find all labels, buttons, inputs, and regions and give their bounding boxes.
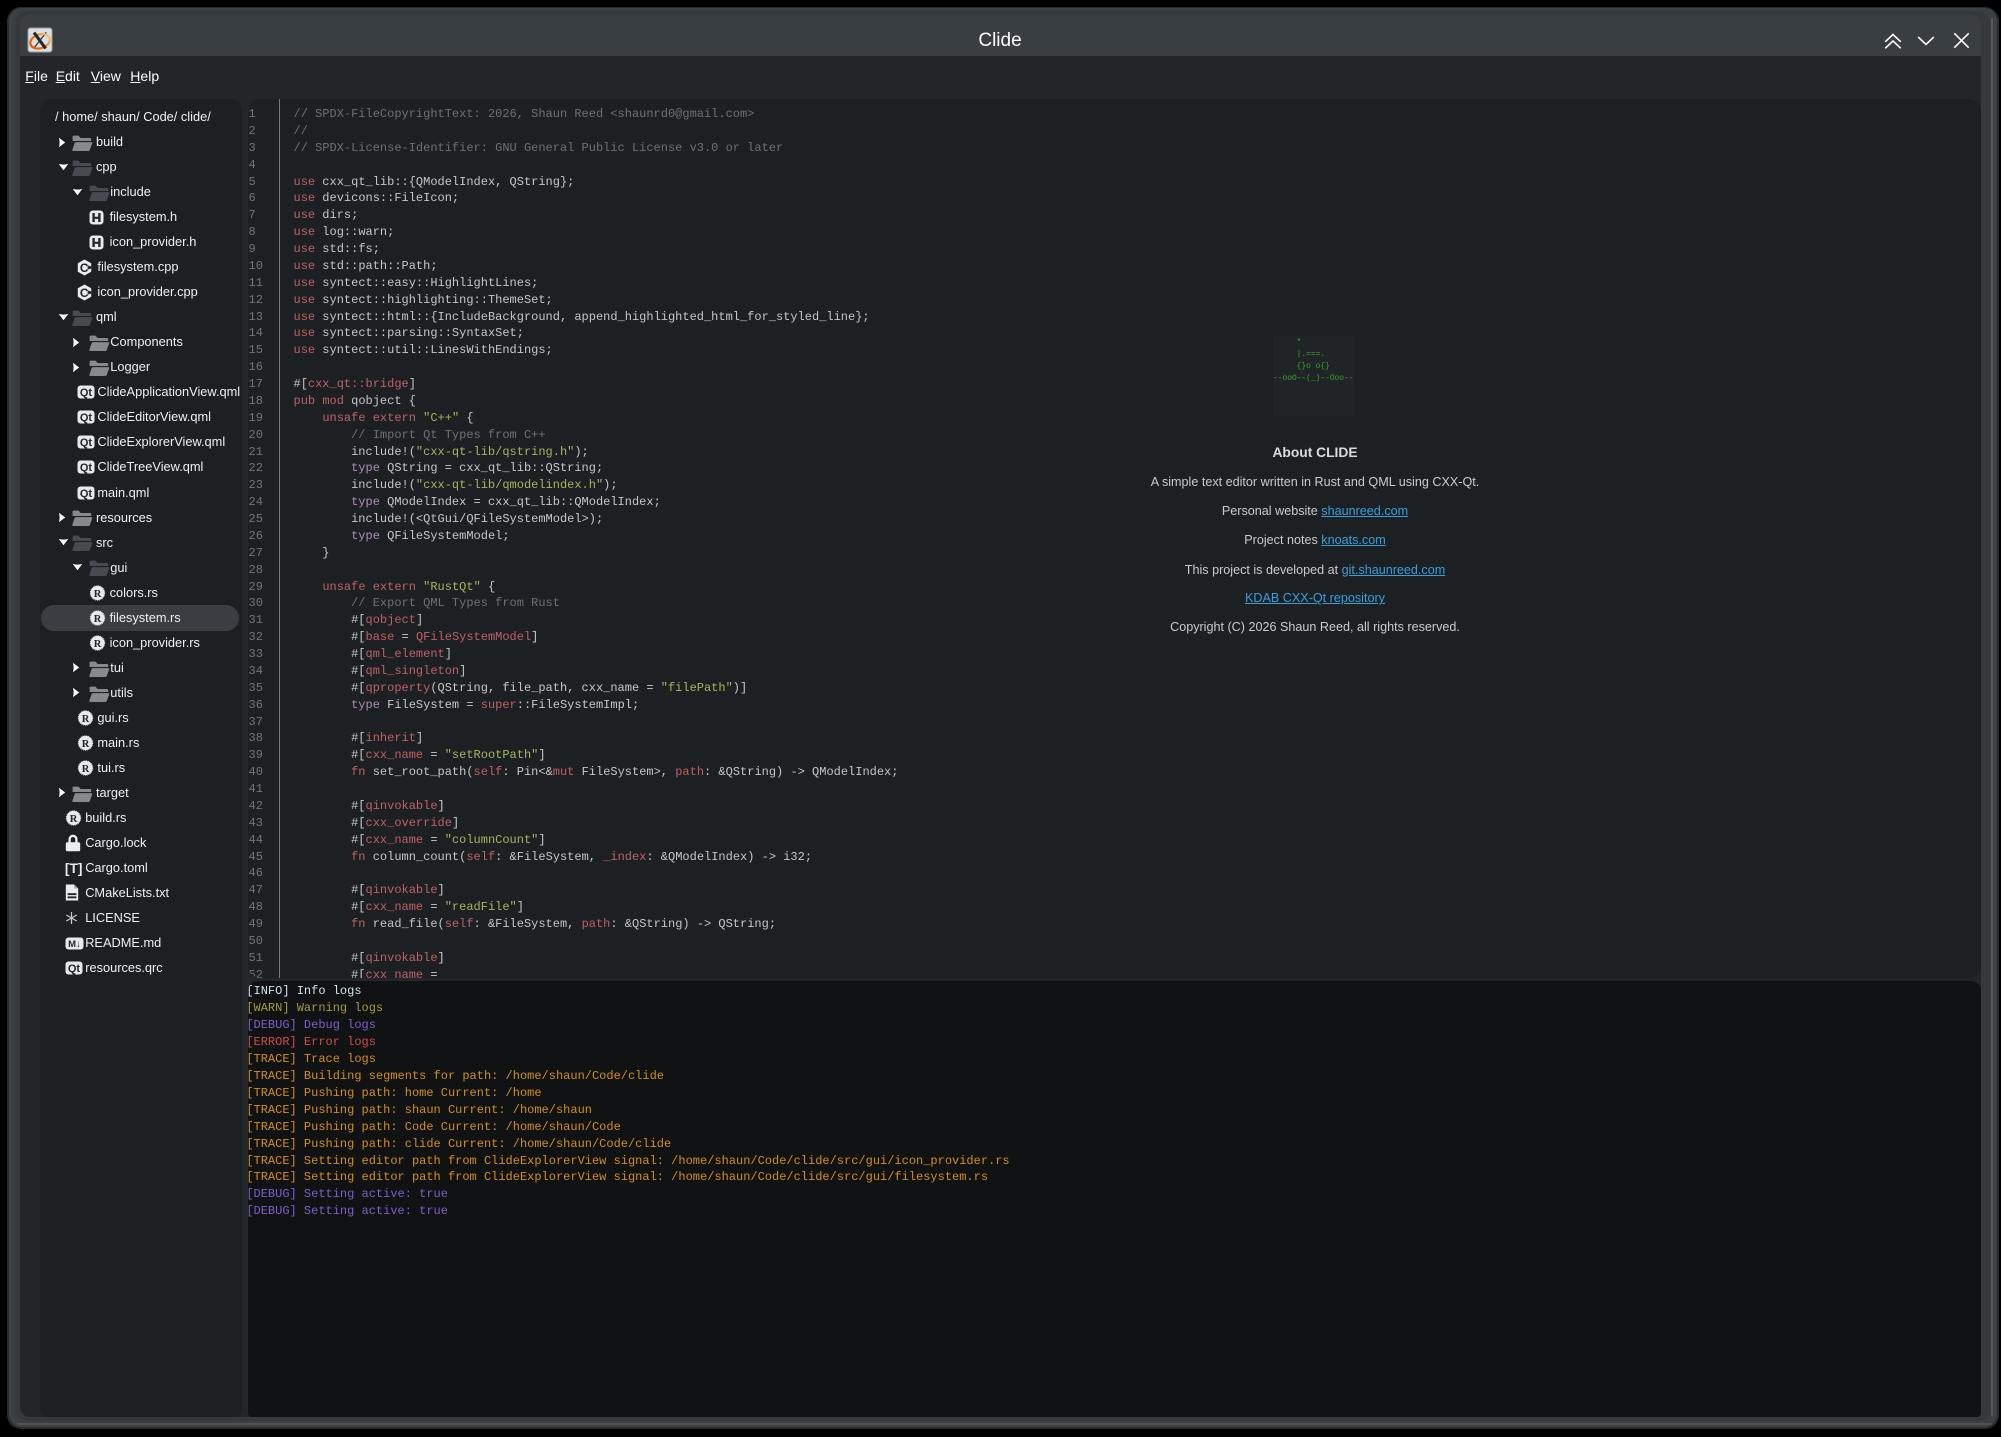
svg-text:R: R: [94, 613, 102, 624]
svg-text:Qt: Qt: [68, 963, 81, 975]
svg-text:Qt: Qt: [80, 437, 93, 449]
svg-text:Qt: Qt: [80, 412, 93, 424]
svg-text:M↓: M↓: [68, 938, 81, 949]
svg-text:R: R: [82, 713, 90, 724]
svg-text:Qt: Qt: [80, 487, 93, 499]
svg-text:R: R: [94, 638, 102, 649]
svg-text:C: C: [80, 286, 89, 300]
svg-text:Qt: Qt: [80, 387, 93, 399]
svg-text:R: R: [82, 739, 90, 750]
svg-text:Qt: Qt: [80, 462, 93, 474]
svg-text:[T]: [T]: [65, 861, 83, 876]
svg-text:C: C: [80, 261, 89, 275]
svg-text:R: R: [82, 764, 90, 775]
svg-text:R: R: [70, 814, 78, 825]
svg-text:R: R: [94, 588, 102, 599]
